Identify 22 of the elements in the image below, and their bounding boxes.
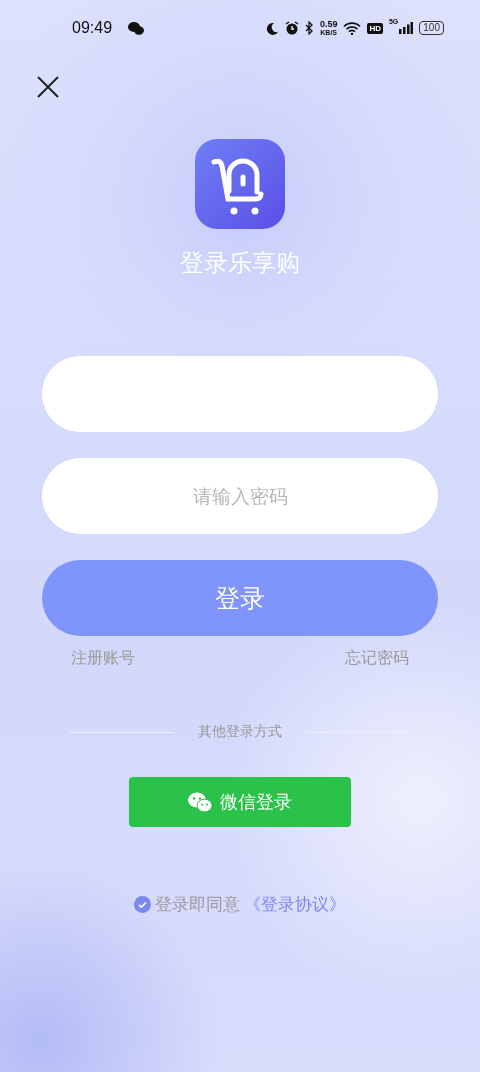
battery-indicator: 100 <box>419 21 444 35</box>
agree-checkbox[interactable] <box>134 896 151 913</box>
login-button[interactable]: 登录 <box>42 560 438 636</box>
wifi-icon <box>343 21 362 35</box>
close-icon[interactable] <box>37 76 59 98</box>
cart-logo-icon <box>195 139 285 229</box>
alarm-icon <box>284 21 299 35</box>
moon-icon <box>265 21 279 35</box>
wechat-login-button[interactable]: 微信登录 <box>129 777 351 827</box>
agreement-link[interactable]: 《登录协议》 <box>244 893 346 916</box>
chat-bubbles-icon <box>188 792 212 812</box>
bluetooth-icon <box>304 21 314 35</box>
status-time: 09:49 <box>72 19 113 37</box>
agreement-text: 登录即同意 <box>155 893 240 916</box>
forgot-password-link[interactable]: 忘记密码 <box>345 648 409 669</box>
hd-badge: HD <box>367 22 383 34</box>
other-login-label: 其他登录方式 <box>198 723 282 741</box>
net-speed: 0.59 <box>319 19 338 29</box>
chat-icon <box>128 21 145 35</box>
password-field[interactable]: 请输入密码 <box>42 458 438 534</box>
register-link[interactable]: 注册账号 <box>71 648 135 669</box>
signal-icon <box>399 22 414 34</box>
